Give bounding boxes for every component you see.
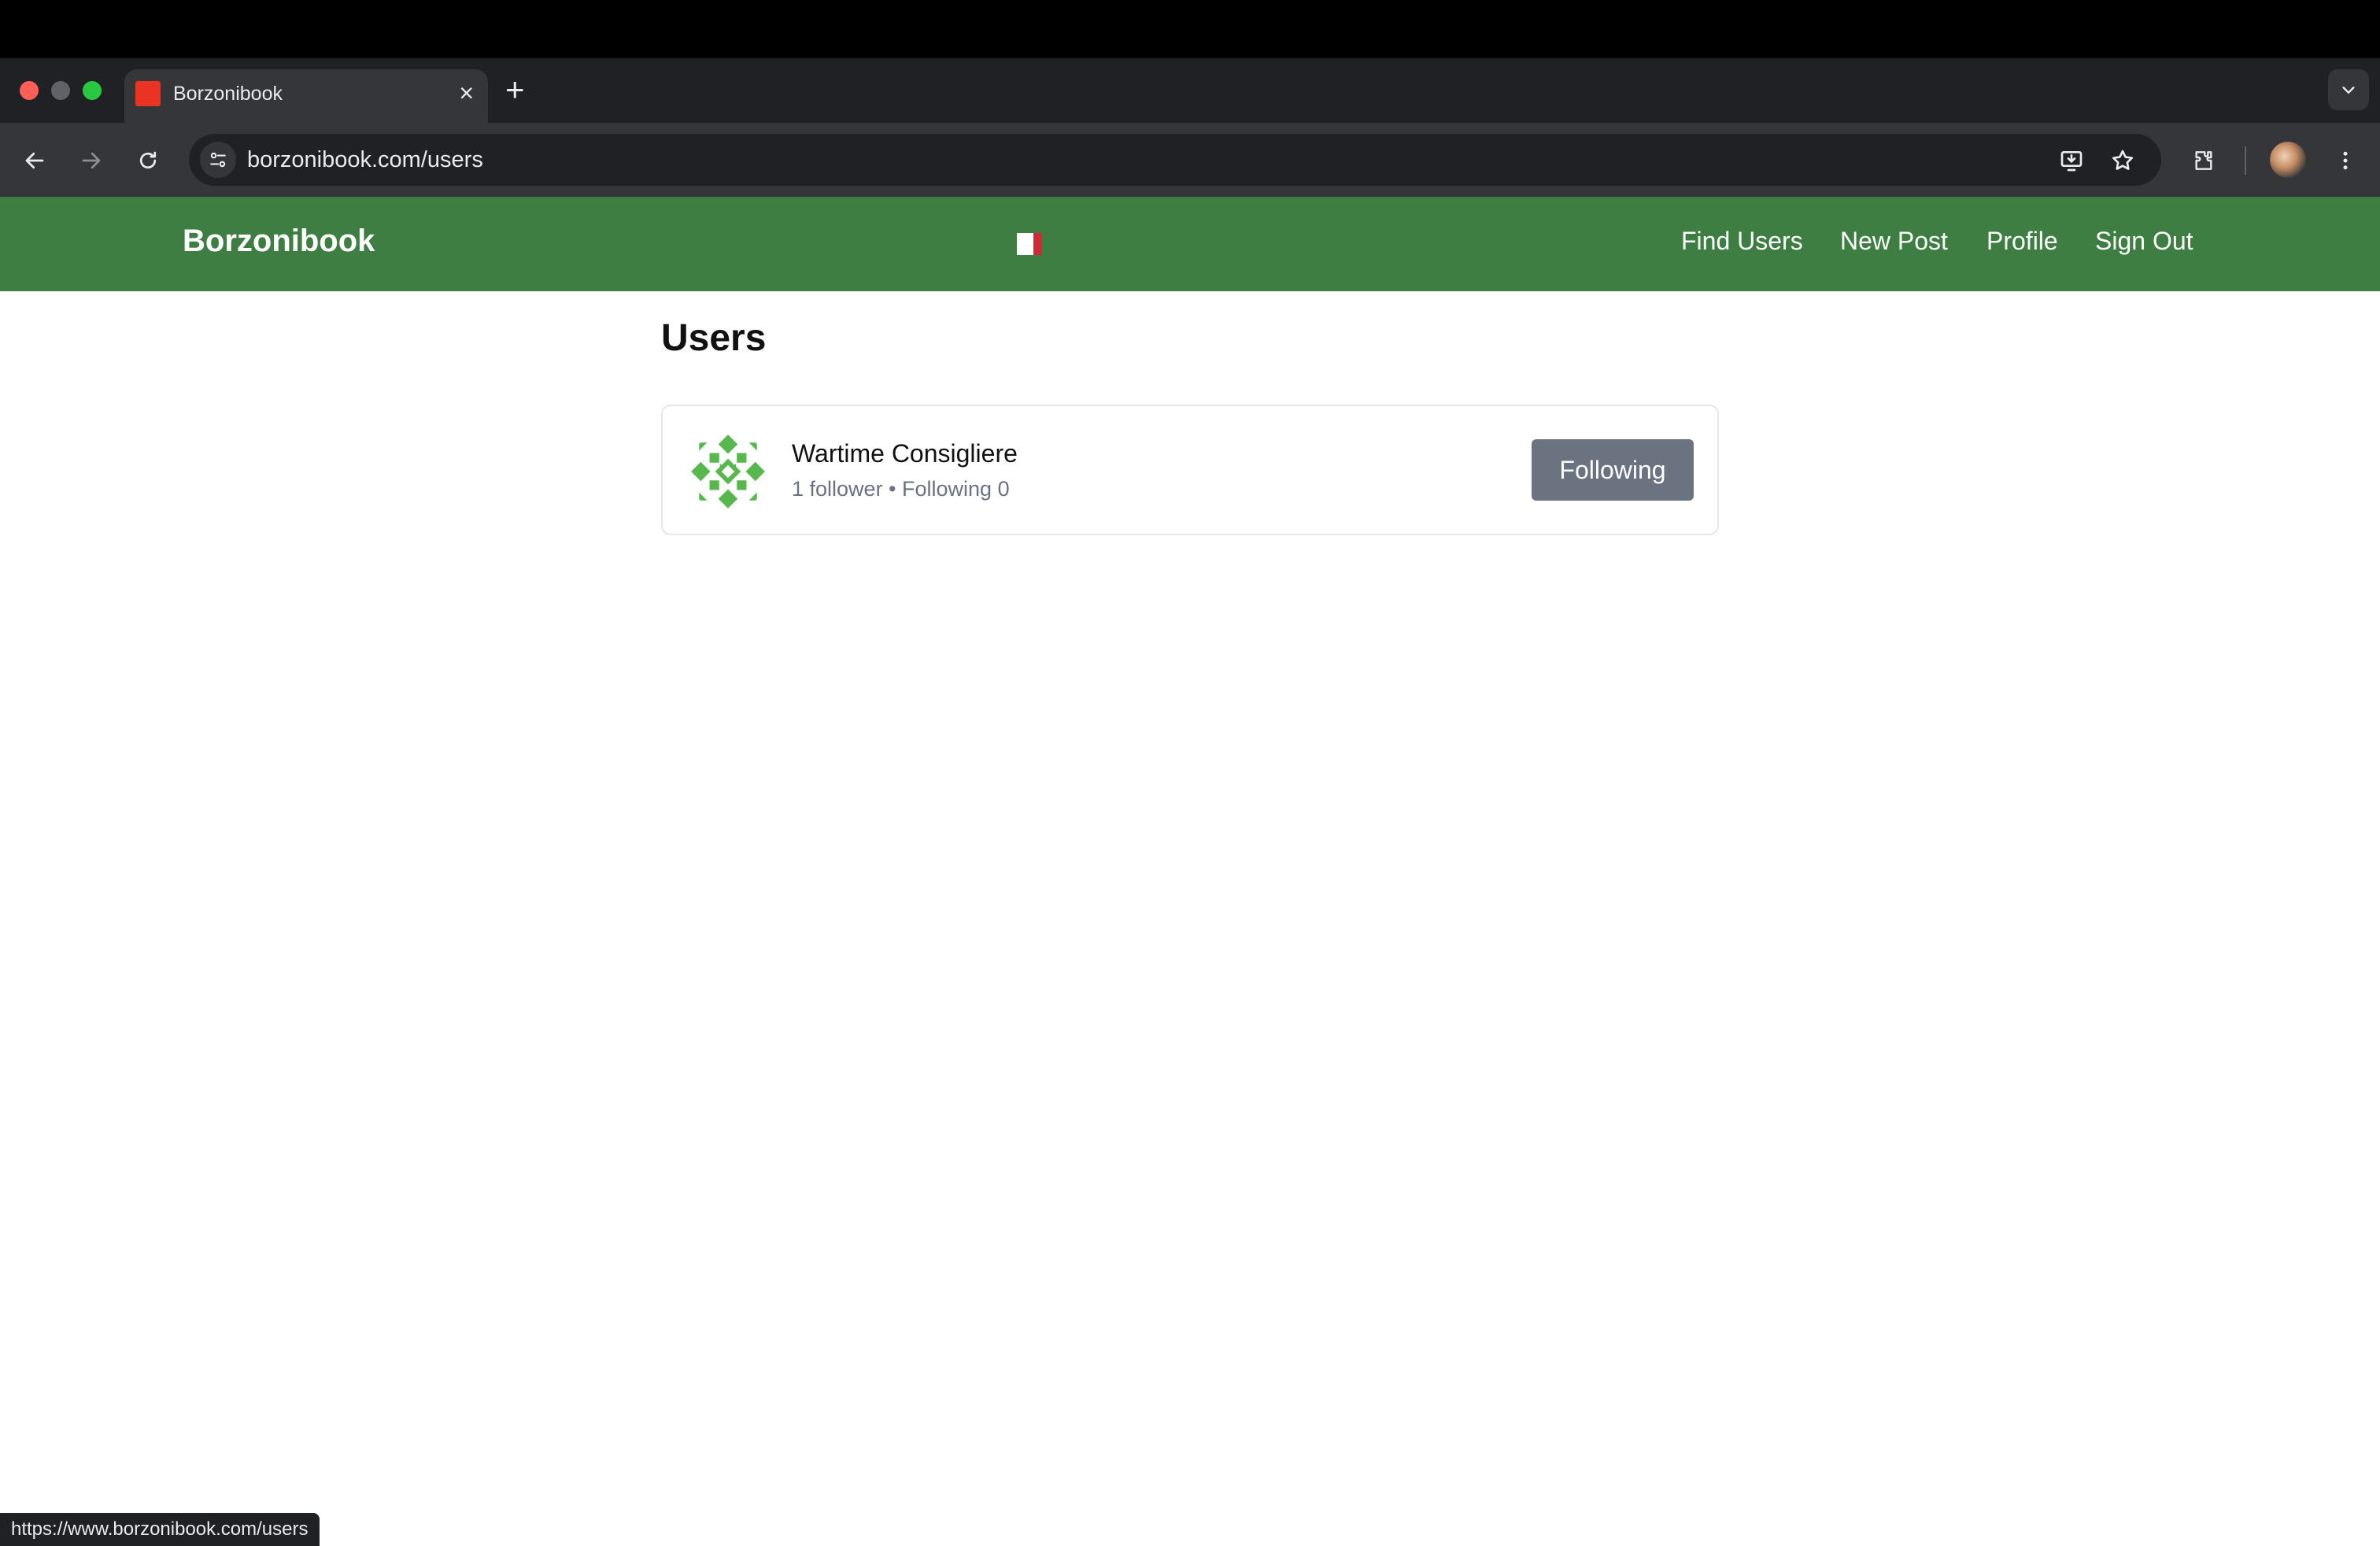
more-menu-button[interactable] <box>2328 143 2363 178</box>
window-minimize-button[interactable] <box>51 81 70 100</box>
window-close-button[interactable] <box>20 81 39 100</box>
page-title: Users <box>661 317 767 359</box>
reload-icon <box>139 151 157 169</box>
reload-button[interactable] <box>131 143 165 178</box>
new-tab-button[interactable]: + <box>505 71 525 109</box>
install-app-icon <box>2060 151 2082 172</box>
identicon-icon <box>688 431 768 512</box>
back-button[interactable] <box>17 143 52 178</box>
bookmark-button[interactable] <box>2107 145 2138 176</box>
user-name[interactable]: Wartime Consigliere <box>792 439 1018 468</box>
os-top-bar <box>0 0 2380 58</box>
tab-search-button[interactable] <box>2328 69 2369 110</box>
window-zoom-button[interactable] <box>83 81 102 100</box>
nav-profile[interactable]: Profile <box>1986 227 2058 256</box>
browser-tab[interactable]: Borzonibook × <box>124 69 488 123</box>
nav-sign-out[interactable]: Sign Out <box>2095 227 2193 256</box>
chevron-down-icon <box>2342 87 2355 94</box>
url-text[interactable]: borzonibook.com/users <box>247 147 483 173</box>
bookmark-star-icon <box>2112 150 2134 170</box>
profile-avatar[interactable] <box>2270 142 2306 178</box>
back-icon <box>25 152 44 169</box>
install-app-button[interactable] <box>2056 145 2087 176</box>
site-info-icon <box>210 152 226 168</box>
site-info-button[interactable] <box>200 142 236 178</box>
favicon-icon <box>135 81 161 106</box>
nav-find-users[interactable]: Find Users <box>1681 227 1803 256</box>
forward-icon <box>82 152 101 169</box>
italian-flag-icon[interactable] <box>1017 233 1043 255</box>
tab-title: Borzonibook <box>173 83 283 105</box>
extensions-icon <box>2195 151 2212 170</box>
user-stats: 1 follower • Following 0 <box>792 477 1010 501</box>
tab-close-icon[interactable]: × <box>459 79 474 107</box>
forward-button[interactable] <box>74 143 109 178</box>
brand-logo[interactable]: Borzonibook <box>183 224 375 259</box>
nav-new-post[interactable]: New Post <box>1840 227 1948 256</box>
following-button[interactable]: Following <box>1532 439 1694 501</box>
more-menu-icon <box>2343 151 2348 170</box>
user-card: Wartime Consigliere 1 follower • Followi… <box>661 405 1719 535</box>
toolbar-divider <box>2245 146 2246 175</box>
status-bar-url: https://www.borzonibook.com/users <box>0 1513 320 1546</box>
address-bar[interactable]: borzonibook.com/users <box>189 134 2161 186</box>
extensions-button[interactable] <box>2186 143 2221 178</box>
user-avatar[interactable] <box>688 431 768 512</box>
